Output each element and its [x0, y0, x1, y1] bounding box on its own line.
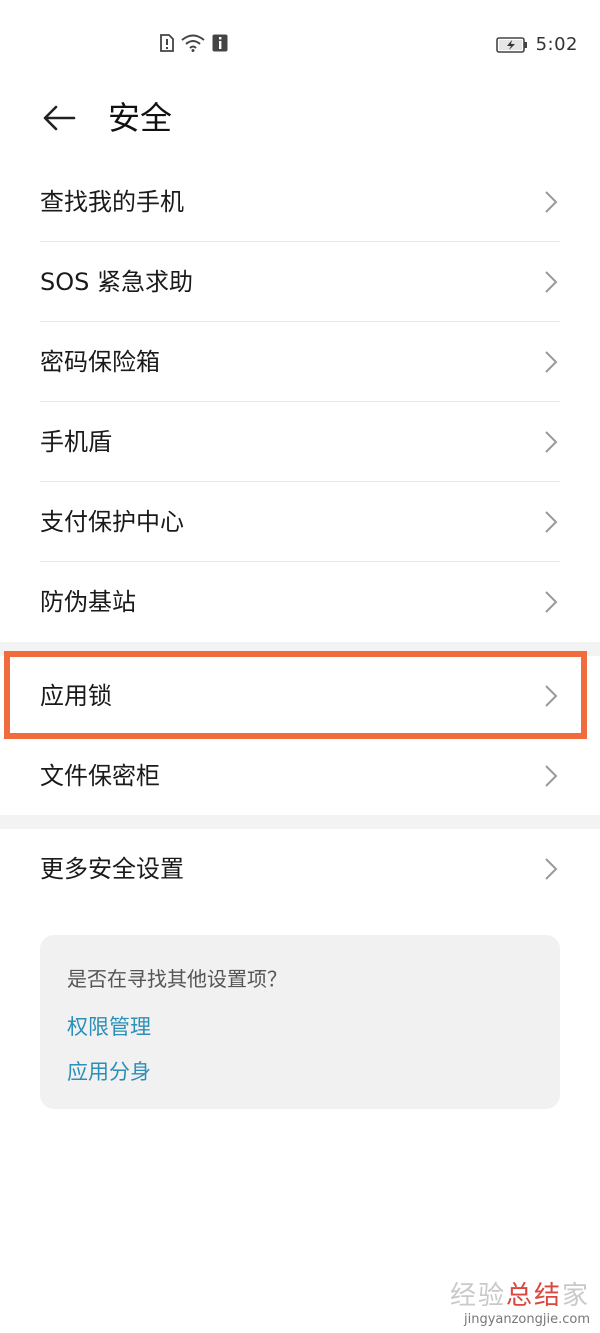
battery-charging-icon	[495, 36, 527, 53]
chevron-right-icon	[545, 271, 558, 293]
wifi-icon	[181, 34, 205, 52]
page-title: 安全	[108, 99, 173, 137]
list-item-label: 密码保险箱	[40, 348, 160, 376]
section-separator	[0, 815, 600, 829]
back-arrow-icon	[43, 105, 76, 131]
list-item-password-vault[interactable]: 密码保险箱	[0, 322, 600, 402]
security-list-locks: 应用锁 文件保密柜	[0, 656, 600, 816]
list-item-payment-protection[interactable]: 支付保护中心	[0, 482, 600, 562]
watermark-text-a: 经验	[449, 1281, 506, 1311]
suggestion-title: 是否在寻找其他设置项？	[67, 967, 287, 991]
list-item-anti-fake-base-station[interactable]: 防伪基站	[0, 562, 600, 642]
suggestion-card: 是否在寻找其他设置项？ 权限管理 应用分身	[40, 935, 560, 1109]
link-app-twin[interactable]: 应用分身	[67, 1056, 151, 1086]
list-item-label: 应用锁	[40, 682, 112, 710]
status-left-icons	[160, 34, 228, 52]
list-item-label: 查找我的手机	[40, 188, 184, 216]
security-list-more: 更多安全设置	[0, 829, 600, 909]
chevron-right-icon	[545, 351, 558, 373]
watermark-url: jingyanzongjie.com	[463, 1312, 590, 1327]
list-item-find-my-phone[interactable]: 查找我的手机	[0, 162, 600, 242]
status-bar: 5:02	[0, 0, 600, 90]
chevron-right-icon	[545, 765, 558, 787]
page-header: 安全	[0, 90, 600, 150]
sim-alert-icon	[160, 34, 174, 52]
list-item-app-lock[interactable]: 应用锁	[0, 656, 600, 736]
list-item-file-safe[interactable]: 文件保密柜	[0, 736, 600, 816]
watermark-text-b: 总结	[505, 1281, 562, 1311]
link-permission-management[interactable]: 权限管理	[67, 1011, 151, 1041]
list-item-label: 文件保密柜	[40, 762, 160, 790]
watermark-title: 经验总结家	[450, 1275, 590, 1312]
watermark-text-c: 家	[561, 1281, 590, 1311]
status-time: 5:02	[535, 34, 578, 55]
chevron-right-icon	[545, 591, 558, 613]
security-list-main: 查找我的手机 SOS 紧急求助 密码保险箱 手机盾 支付保护中心 防伪基站	[0, 162, 600, 642]
section-separator	[0, 642, 600, 656]
list-item-label: 防伪基站	[40, 588, 136, 616]
back-button[interactable]	[38, 96, 82, 140]
list-item-more-security-settings[interactable]: 更多安全设置	[0, 829, 600, 909]
info-icon	[212, 34, 228, 52]
status-right: 5:02	[495, 34, 578, 55]
list-item-label: 更多安全设置	[40, 855, 184, 883]
chevron-right-icon	[545, 511, 558, 533]
chevron-right-icon	[545, 685, 558, 707]
list-item-label: 手机盾	[40, 428, 112, 456]
chevron-right-icon	[545, 191, 558, 213]
chevron-right-icon	[545, 858, 558, 880]
list-item-label: 支付保护中心	[40, 508, 184, 536]
chevron-right-icon	[545, 431, 558, 453]
list-item-sos[interactable]: SOS 紧急求助	[0, 242, 600, 322]
list-item-label: SOS 紧急求助	[40, 268, 193, 296]
list-item-phone-shield[interactable]: 手机盾	[0, 402, 600, 482]
watermark: 经验总结家 jingyanzongjie.com	[450, 1275, 590, 1327]
